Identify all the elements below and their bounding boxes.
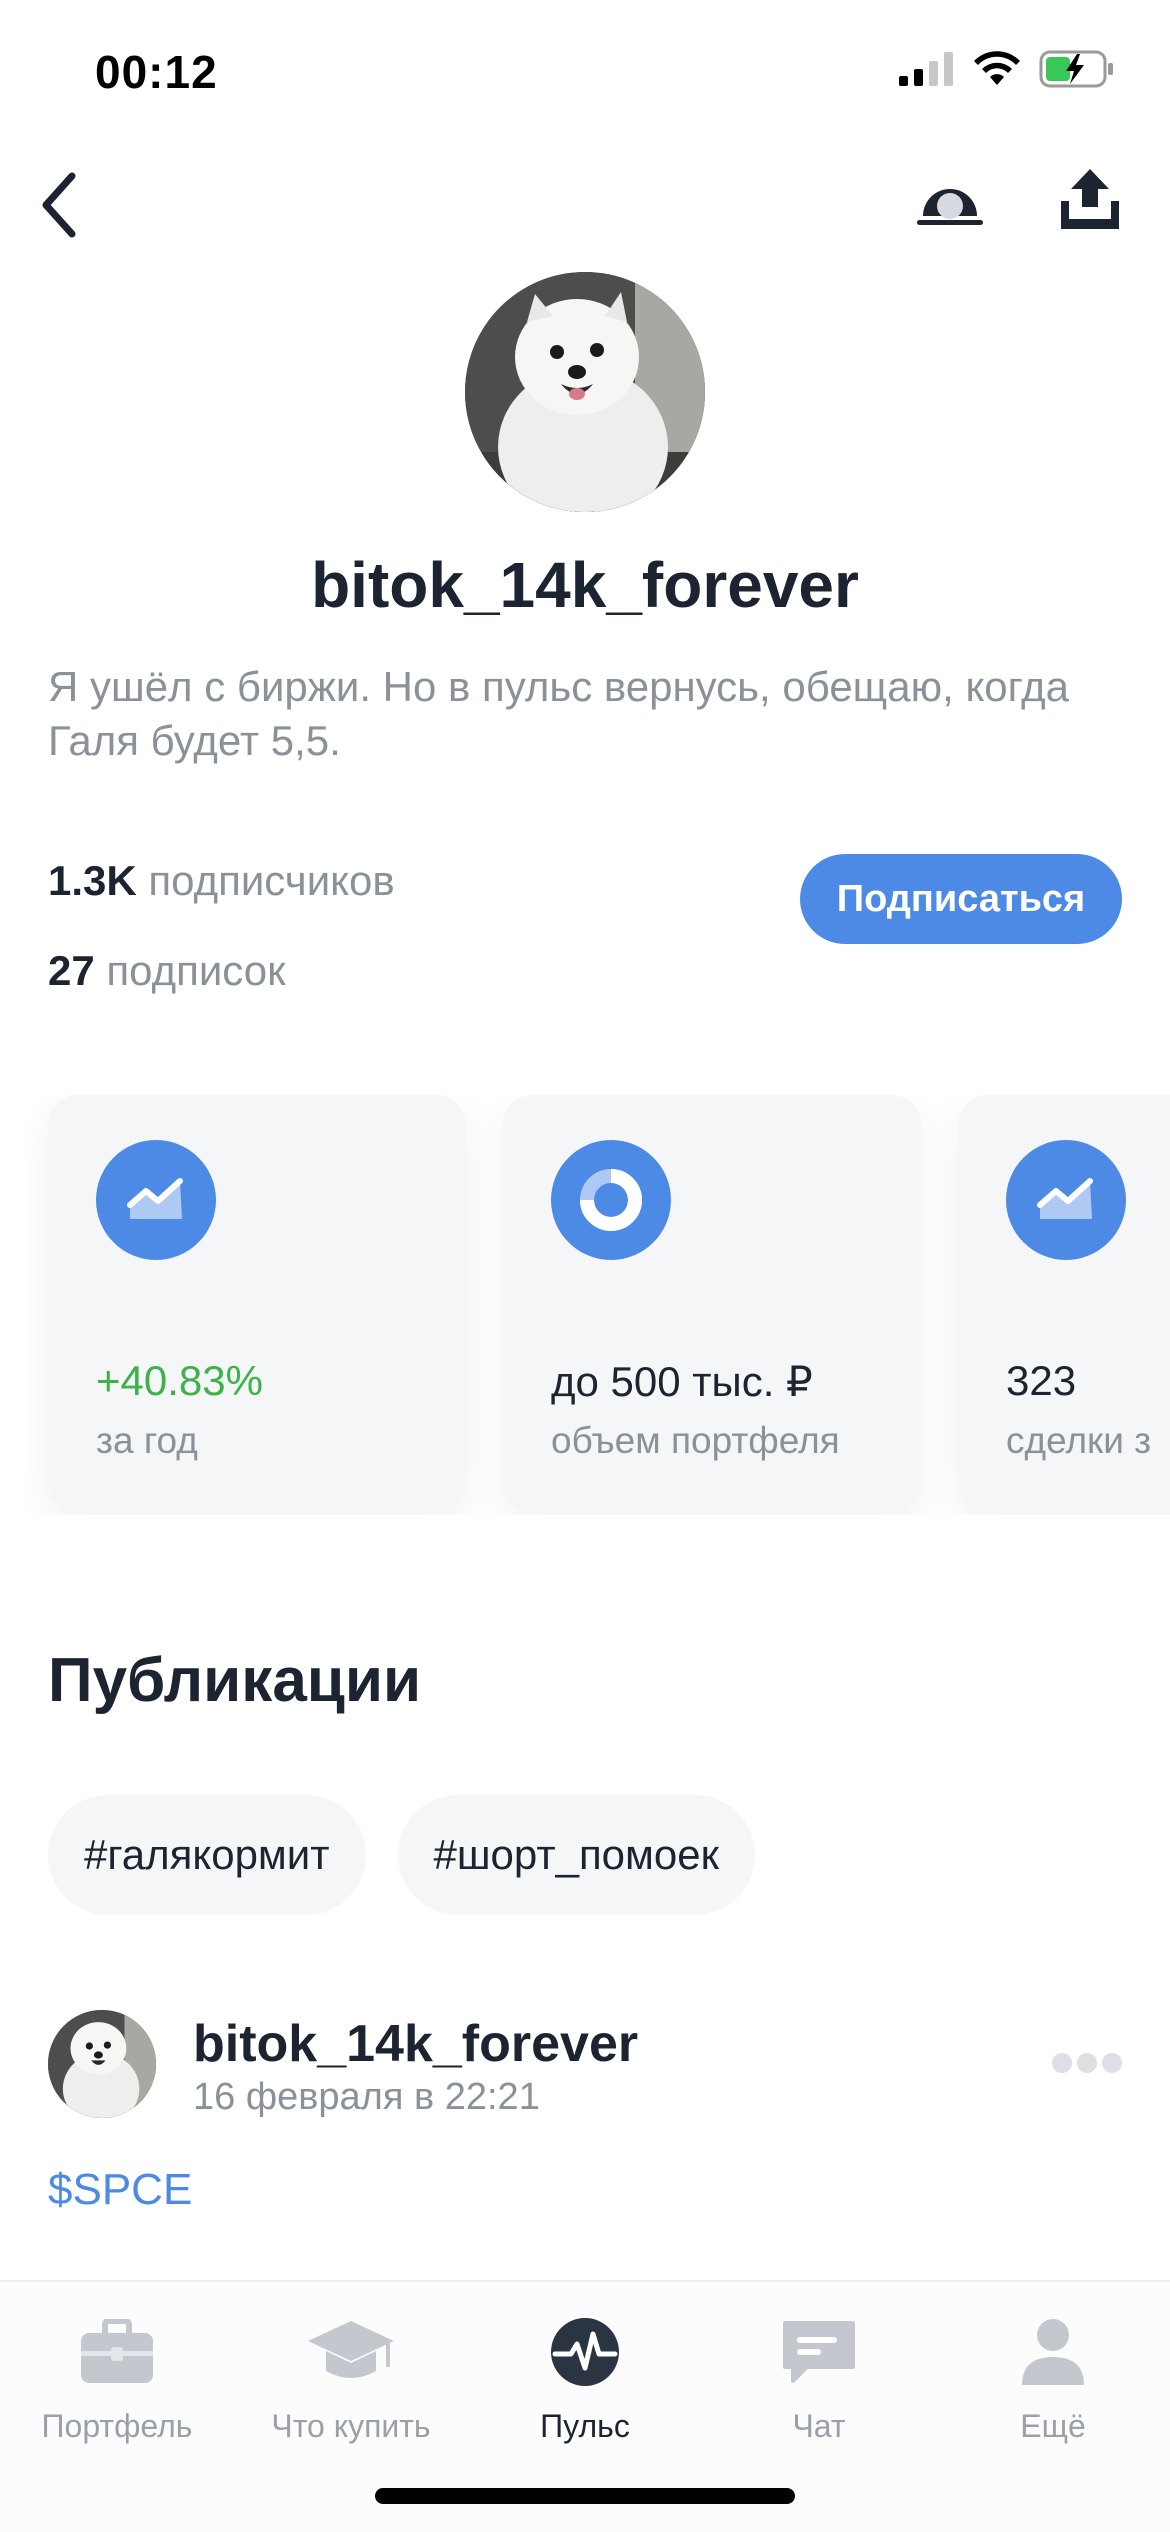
tab-label: Что купить: [271, 2408, 431, 2444]
tab-icon-wrap: [540, 2312, 630, 2392]
profile-stats: 1.3K подписчиков 27 подписок: [48, 855, 395, 1035]
profile-username: bitok_14k_forever: [311, 549, 859, 621]
chevron-left-icon: [42, 172, 76, 238]
tag-chip[interactable]: #галякормит: [48, 1795, 366, 1915]
publications-title: Публикации: [48, 1646, 422, 1715]
graduation-cap-icon: [308, 2321, 394, 2378]
tab-pulse[interactable]: Пульс: [468, 2312, 702, 2462]
tag-chip[interactable]: #шорт_помоек: [397, 1795, 756, 1915]
status-time: 00:12: [95, 46, 218, 98]
followers-label: подписчиков: [148, 857, 395, 904]
following-count: 27: [48, 947, 95, 994]
battery-icon: [1039, 50, 1113, 88]
more-dot-icon: [1052, 2053, 1072, 2073]
nav-bar: [0, 160, 1170, 250]
post-more-button[interactable]: [1052, 2048, 1122, 2078]
post-date: 16 февраля в 22:21: [193, 2076, 540, 2118]
briefcase-icon: [81, 2319, 153, 2383]
dog-photo: [465, 272, 705, 512]
home-indicator: [375, 2488, 795, 2504]
stats-card-yearly-return[interactable]: +40.83% за год: [48, 1095, 466, 1513]
post-author-avatar[interactable]: [48, 2010, 156, 2118]
subscribe-button[interactable]: Подписаться: [800, 854, 1122, 944]
card-label: сделки з: [1006, 1420, 1152, 1461]
nav-actions: [910, 160, 1130, 240]
pie-chart-icon: [580, 1169, 642, 1231]
profile-bio: Я ушёл с биржи. Но в пульс вернусь, обещ…: [48, 663, 1069, 764]
post-ticker-link[interactable]: $SPCE: [48, 2165, 192, 2215]
stats-card-portfolio-size[interactable]: до 500 тыс. ₽ объем портфеля: [503, 1095, 921, 1513]
more-dot-icon: [1077, 2053, 1097, 2073]
signal-icon: [899, 52, 953, 86]
more-dot-icon: [1102, 2053, 1122, 2073]
pulse-icon: [551, 2318, 619, 2386]
card-value: +40.83%: [96, 1357, 263, 1404]
post-header: bitok_14k_forever 16 февраля в 22:21: [48, 2010, 1122, 2120]
followers-count: 1.3K: [48, 857, 137, 904]
tab-icon-wrap: [306, 2312, 396, 2392]
card-icon-circle: [1006, 1140, 1126, 1260]
share-icon: [1061, 169, 1119, 229]
stats-cards-row[interactable]: +40.83% за год до 500 тыс. ₽ объем портф…: [0, 1095, 1170, 1515]
tab-chat[interactable]: Чат: [702, 2312, 936, 2462]
status-icons: [899, 50, 1115, 88]
wifi-icon: [974, 51, 1020, 85]
dog-photo: [48, 2010, 156, 2118]
bell-icon: [917, 189, 983, 225]
following-stat[interactable]: 27 подписок: [48, 945, 395, 1035]
card-icon-circle: [551, 1140, 671, 1260]
card-icon-circle: [96, 1140, 216, 1260]
status-bar: 00:12: [0, 0, 1170, 150]
tab-icon-wrap: [1008, 2312, 1098, 2392]
share-button[interactable]: [1050, 160, 1130, 240]
tab-icon-wrap: [774, 2312, 864, 2392]
tab-label: Чат: [792, 2408, 846, 2444]
bottom-tab-bar: Портфель Что купить Пульс Чат Ещё: [0, 2280, 1170, 2532]
card-value: до 500 тыс. ₽: [551, 1358, 813, 1405]
followers-stat[interactable]: 1.3K подписчиков: [48, 855, 395, 945]
post-author-name[interactable]: bitok_14k_forever: [193, 2014, 638, 2074]
tag-filters: #галякормит #шорт_помоек: [48, 1795, 756, 1915]
chart-trend-icon: [127, 1178, 183, 1219]
profile-avatar: [465, 272, 705, 512]
tab-label: Пульс: [540, 2408, 630, 2444]
tab-more[interactable]: Ещё: [936, 2312, 1170, 2462]
tab-portfolio[interactable]: Портфель: [0, 2312, 234, 2462]
tab-icon-wrap: [72, 2312, 162, 2392]
chart-trend-icon: [1037, 1178, 1093, 1219]
card-label: за год: [96, 1420, 198, 1461]
back-button[interactable]: [20, 165, 100, 245]
chat-icon: [783, 2321, 855, 2383]
tab-label: Портфель: [41, 2408, 193, 2444]
card-label: объем портфеля: [551, 1420, 840, 1461]
notifications-button[interactable]: [910, 160, 990, 240]
person-icon: [1022, 2319, 1084, 2385]
tab-label: Ещё: [1020, 2408, 1086, 2444]
following-label: подписок: [106, 947, 286, 994]
card-value: 323: [1006, 1357, 1077, 1404]
tab-what-to-buy[interactable]: Что купить: [234, 2312, 468, 2462]
stats-card-trades[interactable]: 323 сделки з: [958, 1095, 1170, 1513]
